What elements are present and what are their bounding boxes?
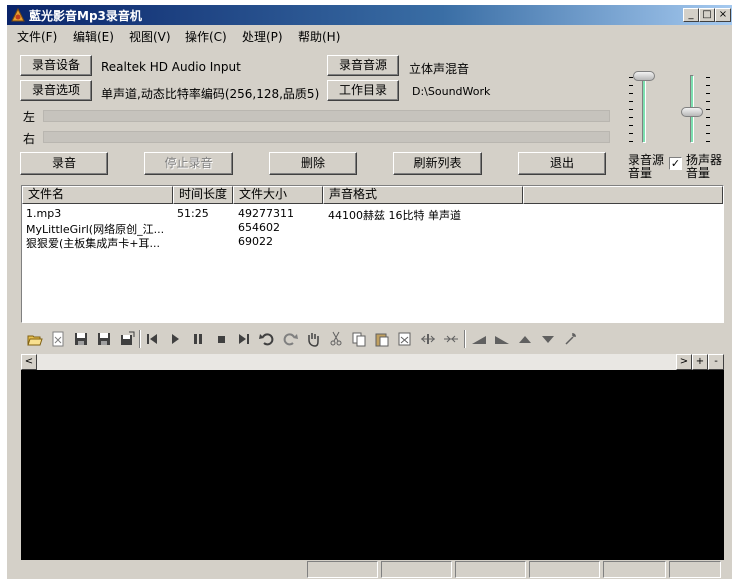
- app-logo-icon: [11, 7, 25, 22]
- recording-device-button[interactable]: 录音设备: [20, 55, 92, 76]
- menu-operate[interactable]: 操作(C): [185, 28, 227, 45]
- right-level-meter: [43, 131, 610, 143]
- attenuate-icon[interactable]: [540, 331, 556, 347]
- pause-icon[interactable]: [190, 331, 206, 347]
- copy-icon[interactable]: [351, 331, 367, 347]
- file-name-cell: 狠狠爱(主板集成声卡+耳...: [26, 237, 160, 250]
- menu-bar: 文件(F) 编辑(E) 视图(V) 操作(C) 处理(P) 帮助(H): [7, 25, 732, 45]
- cut-icon[interactable]: [328, 331, 344, 347]
- title-bar[interactable]: 藍光影音Mp3录音机 _ □ ×: [7, 5, 732, 25]
- work-directory-value: D:\SoundWork: [412, 85, 491, 98]
- column-header-size[interactable]: 文件大小: [233, 186, 323, 204]
- file-size-cell: 654602: [238, 221, 280, 234]
- menu-view[interactable]: 视图(V): [129, 28, 171, 45]
- hand-icon[interactable]: [305, 331, 321, 347]
- window-title: 藍光影音Mp3录音机: [29, 9, 142, 23]
- column-header-length[interactable]: 时间长度: [173, 186, 233, 204]
- status-panel: [669, 561, 721, 578]
- recording-device-value: Realtek HD Audio Input: [101, 60, 241, 74]
- toolbar-separator: [139, 330, 141, 348]
- close-file-icon[interactable]: [50, 331, 66, 347]
- menu-edit[interactable]: 编辑(E): [73, 28, 114, 45]
- export-icon[interactable]: [119, 331, 135, 347]
- stop-recording-button[interactable]: 停止录音: [144, 152, 233, 175]
- toolbar-separator: [464, 330, 466, 348]
- speaker-volume-label-2: 音量: [686, 166, 711, 180]
- refresh-list-button[interactable]: 刷新列表: [393, 152, 482, 175]
- left-channel-label: 左: [23, 110, 36, 124]
- file-size-cell: 69022: [238, 235, 273, 248]
- menu-file[interactable]: 文件(F): [17, 28, 57, 45]
- recording-source-button[interactable]: 录音音源: [327, 55, 399, 76]
- speaker-volume-checkbox[interactable]: ✓: [669, 157, 682, 170]
- left-level-meter: [43, 110, 610, 122]
- file-name-cell: 1.mp3: [26, 207, 62, 220]
- column-header-format[interactable]: 声音格式: [323, 186, 523, 204]
- edit-toolbar: [21, 326, 724, 352]
- close-button[interactable]: ×: [715, 8, 731, 22]
- recording-source-value: 立体声混音: [409, 62, 470, 76]
- column-header-filename[interactable]: 文件名: [22, 186, 173, 204]
- column-header-empty: [523, 186, 723, 204]
- trim-icon[interactable]: [443, 331, 459, 347]
- amplify-icon[interactable]: [517, 331, 533, 347]
- zoom-in-button[interactable]: +: [692, 354, 708, 370]
- fade-out-icon[interactable]: [494, 331, 510, 347]
- maximize-button[interactable]: □: [699, 8, 715, 22]
- recording-options-value: 单声道,动态比特率编码(256,128,品质5): [101, 87, 320, 101]
- minimize-button[interactable]: _: [683, 8, 699, 22]
- source-volume-thumb[interactable]: [633, 71, 655, 81]
- paste-icon[interactable]: [374, 331, 390, 347]
- status-panel: [455, 561, 526, 578]
- insert-silence-icon[interactable]: [420, 331, 436, 347]
- effects-icon[interactable]: [563, 331, 579, 347]
- redo-icon[interactable]: [282, 331, 298, 347]
- skip-end-icon[interactable]: [236, 331, 252, 347]
- menu-help[interactable]: 帮助(H): [298, 28, 340, 45]
- play-icon[interactable]: [167, 331, 183, 347]
- file-format-cell: 44100赫兹 16比特 单声道: [328, 209, 461, 222]
- status-panel: [529, 561, 600, 578]
- file-size-cell: 49277311: [238, 207, 294, 220]
- waveform-scrollbar[interactable]: < > + -: [21, 354, 724, 370]
- scroll-right-button[interactable]: >: [676, 354, 692, 370]
- save-as-icon[interactable]: [96, 331, 112, 347]
- menu-process[interactable]: 处理(P): [242, 28, 283, 45]
- app-window: 藍光影音Mp3录音机 _ □ × 文件(F) 编辑(E) 视图(V) 操作(C)…: [6, 4, 732, 579]
- right-channel-label: 右: [23, 132, 36, 146]
- recording-options-button[interactable]: 录音选项: [20, 80, 92, 101]
- file-list[interactable]: 文件名 时间长度 文件大小 声音格式 1.mp3 51:25 49277311 …: [21, 185, 724, 323]
- fade-in-icon[interactable]: [471, 331, 487, 347]
- delete-button[interactable]: 删除: [269, 152, 357, 175]
- source-volume-label-2: 音量: [628, 166, 653, 180]
- undo-icon[interactable]: [259, 331, 275, 347]
- open-icon[interactable]: [27, 331, 43, 347]
- status-panel: [307, 561, 378, 578]
- exit-button[interactable]: 退出: [518, 152, 606, 175]
- file-length-cell: 51:25: [177, 207, 209, 220]
- stop-icon[interactable]: [213, 331, 229, 347]
- speaker-volume-thumb[interactable]: [681, 107, 703, 117]
- status-panel: [381, 561, 452, 578]
- scroll-left-button[interactable]: <: [21, 354, 37, 370]
- skip-start-icon[interactable]: [144, 331, 160, 347]
- work-directory-button[interactable]: 工作目录: [327, 80, 399, 101]
- record-button[interactable]: 录音: [20, 152, 108, 175]
- mix-paste-icon[interactable]: [397, 331, 413, 347]
- waveform-display[interactable]: [21, 370, 724, 560]
- save-icon[interactable]: [73, 331, 89, 347]
- zoom-out-button[interactable]: -: [708, 354, 724, 370]
- status-panel: [603, 561, 666, 578]
